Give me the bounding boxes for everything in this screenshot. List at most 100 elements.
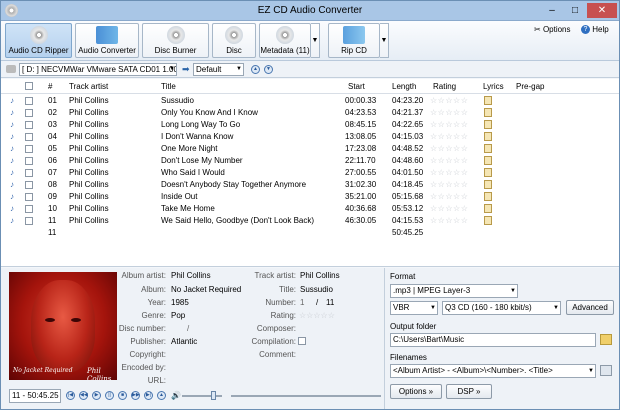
track-checkbox[interactable] <box>25 205 33 213</box>
quality-select[interactable]: Q3 CD (160 - 180 kbit/s) ▼ <box>442 301 561 315</box>
lyrics-edit-icon[interactable] <box>484 204 492 213</box>
track-row[interactable]: ♪ 04 Phil Collins I Don't Wanna Know 13:08.0… <box>1 131 619 143</box>
compilation-checkbox[interactable] <box>298 337 306 345</box>
publisher-field[interactable]: Atlantic <box>171 337 197 346</box>
select-all-checkbox[interactable] <box>25 82 33 90</box>
forward-button[interactable]: ▶▶ <box>131 391 140 400</box>
lyrics-edit-icon[interactable] <box>484 144 492 153</box>
track-artist[interactable]: Phil Collins <box>69 120 109 129</box>
track-checkbox[interactable] <box>25 181 33 189</box>
track-row[interactable]: ♪ 02 Phil Collins Only You Know And I Know 0… <box>1 107 619 119</box>
track-artist[interactable]: Phil Collins <box>69 108 109 117</box>
year-field[interactable]: 1985 <box>171 298 189 307</box>
next-track-button[interactable]: ▶| <box>144 391 153 400</box>
audio-cd-ripper-button[interactable]: Audio CD Ripper <box>5 23 72 58</box>
track-title[interactable]: Inside Out <box>161 192 197 201</box>
track-artist[interactable]: Phil Collins <box>69 180 109 189</box>
track-checkbox[interactable] <box>25 97 33 105</box>
disc-burner-button[interactable]: Disc Burner <box>142 23 209 58</box>
col-start[interactable]: Start <box>348 82 365 91</box>
bitrate-mode-select[interactable]: VBR ▼ <box>390 301 438 315</box>
lyrics-edit-icon[interactable] <box>484 120 492 129</box>
rip-cd-button[interactable]: Rip CD <box>328 23 380 58</box>
col-rating[interactable]: Rating <box>433 82 456 91</box>
track-artist[interactable]: Phil Collins <box>69 216 109 225</box>
close-button[interactable]: ✕ <box>587 3 617 18</box>
pause-button[interactable]: || <box>105 391 114 400</box>
metadata-dropdown-arrow[interactable]: ▼ <box>311 23 320 58</box>
prev-track-button[interactable]: |◀ <box>66 391 75 400</box>
track-title[interactable]: Take Me Home <box>161 204 215 213</box>
track-title[interactable]: I Don't Wanna Know <box>161 132 233 141</box>
track-checkbox[interactable] <box>25 217 33 225</box>
track-row[interactable]: ♪ 03 Phil Collins Long Long Way To Go 08:45.… <box>1 119 619 131</box>
volume-knob[interactable] <box>211 391 216 400</box>
help-link[interactable]: ? Help <box>581 25 609 35</box>
track-rating-stars[interactable]: ☆☆☆☆☆ <box>430 144 468 153</box>
track-rating-stars[interactable]: ☆☆☆☆☆ <box>430 168 468 177</box>
rating-stars[interactable]: ☆☆☆☆☆ <box>299 311 335 320</box>
minimize-button[interactable]: – <box>541 3 563 18</box>
track-checkbox[interactable] <box>25 109 33 117</box>
track-rating-stars[interactable]: ☆☆☆☆☆ <box>430 156 468 165</box>
track-title[interactable]: Doesn't Anybody Stay Together Anymore <box>161 180 306 189</box>
track-checkbox[interactable] <box>25 193 33 201</box>
disc-button[interactable]: Disc <box>212 23 256 58</box>
track-checkbox[interactable] <box>25 145 33 153</box>
track-row[interactable]: ♪ 09 Phil Collins Inside Out 35:21.00 05:15.6… <box>1 191 619 203</box>
browse-folder-icon[interactable] <box>600 334 612 345</box>
track-artist[interactable]: Phil Collins <box>69 156 109 165</box>
track-rating-stars[interactable]: ☆☆☆☆☆ <box>430 120 468 129</box>
lyrics-edit-icon[interactable] <box>484 168 492 177</box>
track-title[interactable]: One More Night <box>161 144 217 153</box>
track-artist[interactable]: Phil Collins <box>69 168 109 177</box>
lyrics-edit-icon[interactable] <box>484 96 492 105</box>
move-up-button[interactable]: ▲ <box>251 65 260 74</box>
album-field[interactable]: No Jacket Required <box>171 285 241 294</box>
track-checkbox[interactable] <box>25 133 33 141</box>
filenames-edit-icon[interactable] <box>600 365 612 376</box>
track-title[interactable]: Who Said I Would <box>161 168 225 177</box>
filenames-select[interactable]: <Album Artist> - <Album>\<Number>. <Titl… <box>390 364 596 378</box>
lyrics-edit-icon[interactable] <box>484 132 492 141</box>
rewind-button[interactable]: ◀◀ <box>79 391 88 400</box>
track-row[interactable]: ♪ 10 Phil Collins Take Me Home 40:36.68 05:53… <box>1 203 619 215</box>
number-total-field[interactable]: 11 <box>326 298 334 307</box>
track-artist[interactable]: Phil Collins <box>69 144 109 153</box>
track-artist[interactable]: Phil Collins <box>69 192 109 201</box>
col-title[interactable]: Title <box>161 82 176 91</box>
col-length[interactable]: Length <box>392 82 416 91</box>
track-rating-stars[interactable]: ☆☆☆☆☆ <box>430 96 468 105</box>
title-field[interactable]: Sussudio <box>300 285 333 294</box>
play-button[interactable]: ▶ <box>92 391 101 400</box>
format-select[interactable]: .mp3 | MPEG Layer-3 ▼ <box>390 284 518 298</box>
maximize-button[interactable]: □ <box>564 3 586 18</box>
track-rating-stars[interactable]: ☆☆☆☆☆ <box>430 108 468 117</box>
genre-field[interactable]: Pop <box>171 311 185 320</box>
track-rating-stars[interactable]: ☆☆☆☆☆ <box>430 204 468 213</box>
col-number[interactable]: # <box>48 82 52 91</box>
track-checkbox[interactable] <box>25 121 33 129</box>
track-title[interactable]: We Said Hello, Goodbye (Don't Look Back) <box>161 216 314 225</box>
track-artist[interactable]: Phil Collins <box>69 96 109 105</box>
profile-select[interactable]: Default ▼ <box>193 63 244 76</box>
track-row[interactable]: ♪ 08 Phil Collins Doesn't Anybody Stay Toge… <box>1 179 619 191</box>
stop-button[interactable]: ■ <box>118 391 127 400</box>
album-artist-field[interactable]: Phil Collins <box>171 271 211 280</box>
track-artist[interactable]: Phil Collins <box>69 204 109 213</box>
move-down-button[interactable]: ▼ <box>264 65 273 74</box>
number-field[interactable]: 1 <box>300 298 304 307</box>
track-rating-stars[interactable]: ☆☆☆☆☆ <box>430 192 468 201</box>
lyrics-edit-icon[interactable] <box>484 108 492 117</box>
track-title[interactable]: Sussudio <box>161 96 194 105</box>
volume-slider[interactable] <box>182 395 222 397</box>
dsp-button[interactable]: DSP » <box>446 384 492 399</box>
track-rating-stars[interactable]: ☆☆☆☆☆ <box>430 132 468 141</box>
advanced-button[interactable]: Advanced <box>566 300 614 315</box>
lyrics-edit-icon[interactable] <box>484 156 492 165</box>
track-artist-field[interactable]: Phil Collins <box>300 271 340 280</box>
track-row[interactable]: ♪ 05 Phil Collins One More Night 17:23.08 04:… <box>1 143 619 155</box>
col-lyrics[interactable]: Lyrics <box>483 82 504 91</box>
track-checkbox[interactable] <box>25 169 33 177</box>
track-row[interactable]: ♪ 11 Phil Collins We Said Hello, Goodbye (D… <box>1 215 619 227</box>
